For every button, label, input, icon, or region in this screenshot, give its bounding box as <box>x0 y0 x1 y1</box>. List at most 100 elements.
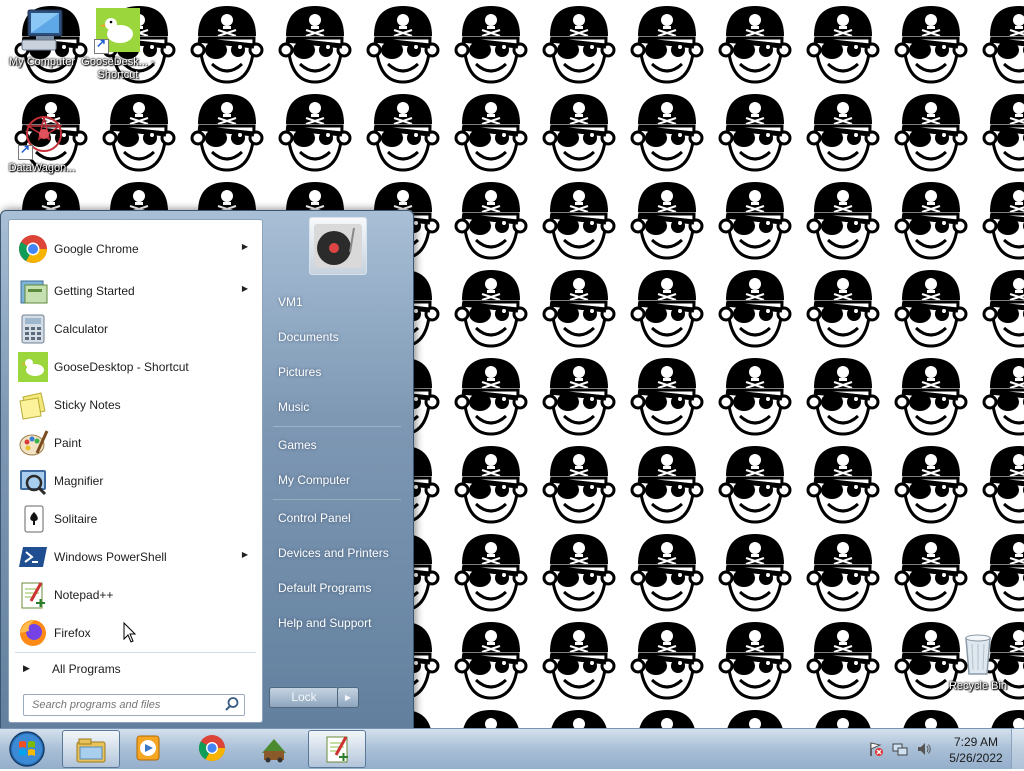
program-label: GooseDesktop - Shortcut <box>54 360 189 374</box>
lock-button[interactable]: Lock <box>269 687 339 708</box>
action-center-flag-icon[interactable] <box>868 741 884 757</box>
shortcut-arrow-icon <box>18 143 33 160</box>
program-label: Firefox <box>54 626 91 640</box>
program-sticky-notes[interactable]: Sticky Notes <box>13 387 258 423</box>
program-notepad-plus-plus[interactable]: Notepad++ <box>13 577 258 613</box>
menu-label: Documents <box>278 330 339 344</box>
desktop-icon-datawagon[interactable]: DataWagon... <box>0 112 84 175</box>
taskbar-notepad-plus-plus[interactable] <box>308 730 366 768</box>
shutdown-options-button[interactable]: ▶ <box>337 687 359 708</box>
start-button[interactable] <box>6 730 48 768</box>
programs-pane: Google Chrome ▶ Getting Started ▶ Calcul… <box>8 219 263 723</box>
clock-date: 5/26/2022 <box>949 751 1003 765</box>
program-paint[interactable]: Paint <box>13 425 258 461</box>
program-goosedesktop-shortcut[interactable]: GooseDesktop - Shortcut <box>13 349 258 385</box>
calculator-icon <box>17 313 49 345</box>
recycle-bin-icon <box>954 630 1002 678</box>
divider <box>273 426 401 427</box>
menu-help-and-support[interactable]: Help and Support <box>269 610 403 636</box>
solitaire-icon <box>17 503 49 535</box>
clock-time: 7:29 AM <box>953 735 999 749</box>
sticky-notes-icon <box>17 389 49 421</box>
paint-icon <box>17 427 49 459</box>
powershell-icon <box>17 541 49 573</box>
divider <box>15 652 256 653</box>
program-label: Google Chrome <box>54 242 139 256</box>
program-windows-powershell[interactable]: Windows PowerShell ▶ <box>13 539 258 575</box>
search-field[interactable] <box>23 694 245 716</box>
computer-icon <box>18 6 66 54</box>
menu-pictures[interactable]: Pictures <box>269 359 403 385</box>
network-icon[interactable] <box>892 741 908 757</box>
menu-label: Control Panel <box>278 511 351 525</box>
submenu-arrow-icon: ▶ <box>241 550 248 559</box>
menu-default-programs[interactable]: Default Programs <box>269 575 403 601</box>
arrow-right-icon: ▶ <box>23 663 30 673</box>
menu-label: VM1 <box>278 295 303 309</box>
desktop-icon-label: DataWagon... <box>8 162 76 174</box>
program-solitaire[interactable]: Solitaire <box>13 501 258 537</box>
menu-documents[interactable]: Documents <box>269 324 403 350</box>
notepad-plus-plus-icon <box>326 736 348 763</box>
clock[interactable]: 7:29 AM 5/26/2022 <box>944 734 1008 766</box>
show-desktop-button[interactable] <box>1011 729 1024 769</box>
search-icon[interactable] <box>224 696 240 712</box>
menu-label: Default Programs <box>278 581 372 595</box>
desktop-icon-recycle-bin[interactable]: Recycle Bin <box>936 630 1020 693</box>
taskbar-media-player[interactable] <box>120 730 176 766</box>
program-label: Windows PowerShell <box>54 550 167 564</box>
program-calculator[interactable]: Calculator <box>13 311 258 347</box>
program-magnifier[interactable]: Magnifier <box>13 463 258 499</box>
menu-label: Devices and Printers <box>278 546 389 560</box>
menu-my-computer[interactable]: My Computer <box>269 467 403 493</box>
datawagon-icon <box>262 739 286 763</box>
desktop-icon-label: My Computer <box>8 56 76 68</box>
menu-vm1[interactable]: VM1 <box>269 289 403 315</box>
chrome-icon <box>198 735 226 762</box>
desktop-icon-label: GooseDesk... - Shortcut <box>81 56 155 81</box>
program-label: Calculator <box>54 322 109 336</box>
volume-icon[interactable] <box>916 741 932 757</box>
menu-label: Pictures <box>278 365 322 379</box>
desktop-icon-goosedesktop[interactable]: GooseDesk... - Shortcut <box>76 6 160 82</box>
program-google-chrome[interactable]: Google Chrome ▶ <box>13 231 258 267</box>
desktop-icon-my-computer[interactable]: My Computer <box>0 6 84 69</box>
menu-games[interactable]: Games <box>269 432 403 458</box>
taskbar-chrome[interactable] <box>184 730 240 766</box>
all-programs-button[interactable]: ▶ All Programs <box>13 656 258 682</box>
user-picture[interactable] <box>309 217 367 275</box>
menu-label: My Computer <box>278 473 351 487</box>
menu-devices-and-printers[interactable]: Devices and Printers <box>269 540 403 566</box>
taskbar: 7:29 AM 5/26/2022 <box>0 728 1024 769</box>
taskbar-explorer[interactable] <box>62 730 120 768</box>
program-getting-started[interactable]: Getting Started ▶ <box>13 273 258 309</box>
divider <box>273 499 401 500</box>
chrome-icon <box>17 233 49 265</box>
menu-music[interactable]: Music <box>269 394 403 420</box>
firefox-icon <box>17 617 49 649</box>
submenu-arrow-icon: ▶ <box>241 284 248 293</box>
menu-label: Games <box>278 438 317 452</box>
program-label: Sticky Notes <box>54 398 121 412</box>
program-label: Solitaire <box>54 512 98 526</box>
notepad-plus-plus-icon <box>17 579 49 611</box>
datawagon-icon <box>18 112 66 160</box>
mouse-cursor-icon <box>123 622 137 643</box>
submenu-arrow-icon: ▶ <box>241 242 248 251</box>
start-menu: Google Chrome ▶ Getting Started ▶ Calcul… <box>0 210 414 730</box>
explorer-icon <box>76 738 106 763</box>
program-label: Magnifier <box>54 474 104 488</box>
goose-icon <box>94 6 142 54</box>
desktop-icon-label: Recycle Bin <box>948 680 1008 692</box>
magnifier-icon <box>17 465 49 497</box>
taskbar-datawagon[interactable] <box>246 730 302 766</box>
program-label: Paint <box>54 436 82 450</box>
turntable-icon <box>314 224 362 268</box>
goose-icon <box>17 351 49 383</box>
program-label: Notepad++ <box>54 588 114 602</box>
menu-control-panel[interactable]: Control Panel <box>269 505 403 531</box>
search-input[interactable] <box>30 697 224 713</box>
media-player-icon <box>136 735 160 761</box>
all-programs-label: All Programs <box>52 662 121 676</box>
shortcut-arrow-icon <box>94 37 109 54</box>
